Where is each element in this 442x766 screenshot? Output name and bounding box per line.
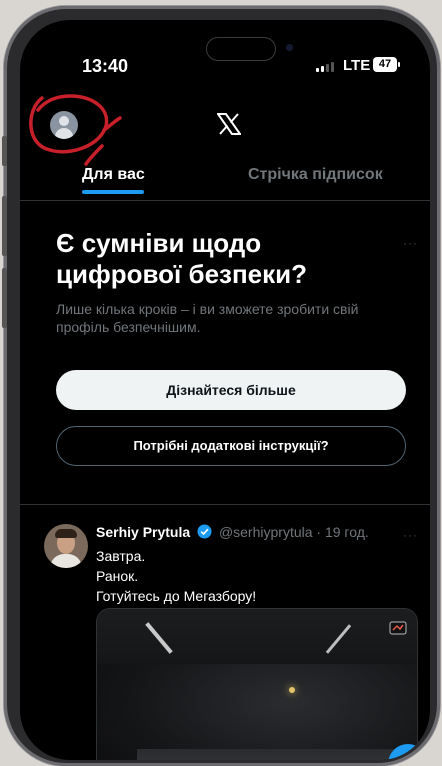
volume-down-button bbox=[2, 268, 7, 328]
tweet-handle[interactable]: @serhiyprytula bbox=[219, 524, 313, 540]
header-divider bbox=[20, 200, 430, 201]
more-instructions-button[interactable]: Потрібні додаткові інструкції? bbox=[56, 426, 406, 466]
volume-up-button bbox=[2, 196, 7, 256]
profile-avatar-button[interactable] bbox=[50, 111, 78, 139]
timeline-header: Для вас Стрічка підписок bbox=[20, 90, 430, 200]
tweet-text-line: Завтра. bbox=[96, 548, 146, 564]
network-type: LTE bbox=[343, 57, 371, 74]
phone-frame: 13:40 LTE 47 Для вас Стрічка підписок ··… bbox=[2, 6, 440, 766]
battery-icon: 47 bbox=[373, 57, 400, 72]
tweet-author-name[interactable]: Serhiy Prytula bbox=[96, 524, 190, 540]
promo-divider bbox=[20, 504, 430, 505]
tweet-author-avatar[interactable] bbox=[44, 524, 88, 568]
tweet-time[interactable]: 19 год. bbox=[325, 524, 369, 540]
verified-badge-icon bbox=[197, 524, 212, 539]
promo-title: Є сумніви щодо цифрової безпеки? bbox=[56, 228, 308, 289]
active-tab-indicator bbox=[82, 190, 144, 194]
dynamic-island bbox=[206, 37, 276, 61]
signal-icon bbox=[316, 62, 334, 72]
battery-level: 47 bbox=[378, 58, 392, 70]
mute-switch bbox=[2, 136, 7, 166]
x-logo-icon[interactable] bbox=[217, 113, 241, 135]
promo-subtitle: Лише кілька кроків – і ви зможете зробит… bbox=[56, 301, 359, 335]
tweet-media-image[interactable] bbox=[96, 608, 418, 760]
tweet-more-icon[interactable]: ··· bbox=[403, 528, 418, 542]
media-badge-icon bbox=[389, 621, 407, 635]
front-camera bbox=[286, 44, 293, 51]
status-bar: 13:40 LTE 47 bbox=[20, 20, 430, 80]
tweet-header: Serhiy Prytula @serhiyprytula · 19 год. bbox=[96, 524, 369, 540]
tab-for-you[interactable]: Для вас bbox=[82, 166, 145, 184]
tab-following[interactable]: Стрічка підписок bbox=[248, 166, 383, 184]
tweet-separator: · bbox=[316, 524, 322, 540]
tweet-text-line: Ранок. bbox=[96, 568, 139, 584]
tweet-text-line: Готуйтесь до Мегазбору! bbox=[96, 588, 257, 604]
screen: 13:40 LTE 47 Для вас Стрічка підписок ··… bbox=[20, 20, 430, 760]
promo-more-icon[interactable]: ··· bbox=[403, 236, 418, 250]
learn-more-button[interactable]: Дізнайтеся більше bbox=[56, 370, 406, 410]
status-time: 13:40 bbox=[82, 56, 129, 76]
